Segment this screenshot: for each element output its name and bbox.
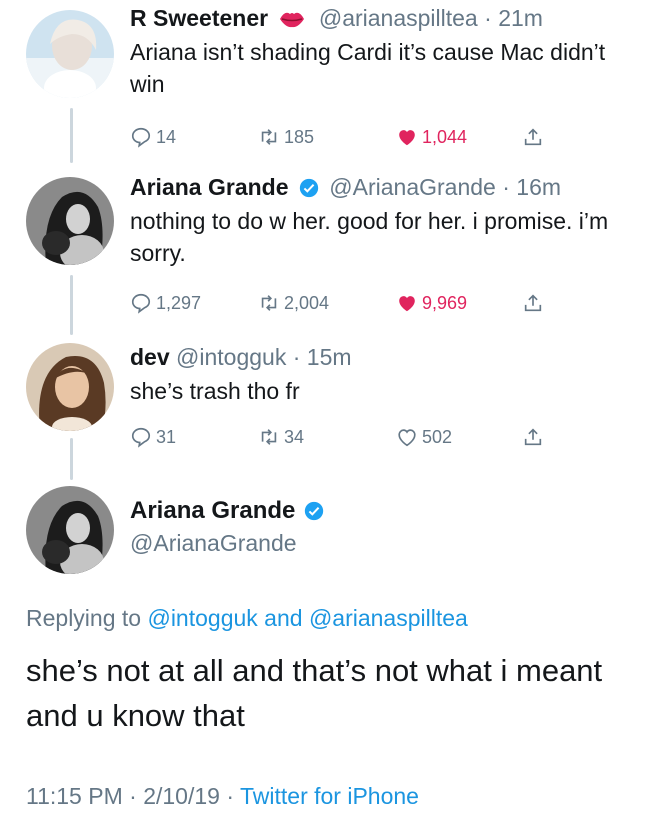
thread-line [70, 108, 73, 163]
like-count: 9,969 [422, 292, 468, 313]
tweet-actions: 14 185 1,044 [130, 122, 560, 152]
retweet-button[interactable]: 2,004 [258, 288, 329, 318]
display-name[interactable]: dev [130, 344, 170, 370]
retweet-count: 34 [284, 426, 305, 447]
heart-icon [399, 130, 415, 146]
tweet-actions: 31 34 502 [130, 422, 560, 452]
avatar[interactable] [26, 486, 114, 574]
share-button[interactable] [522, 422, 548, 452]
share-button[interactable] [522, 288, 548, 318]
tweet-actions: 1,297 2,004 9,969 [130, 288, 560, 318]
thread-line [70, 438, 73, 480]
thread-line [70, 275, 73, 335]
mention-link[interactable]: @arianaspilltea [309, 605, 468, 631]
retweet-icon [261, 295, 277, 311]
share-button[interactable] [522, 122, 548, 152]
separator: · [129, 783, 137, 809]
retweet-count: 2,004 [284, 292, 330, 313]
retweet-count: 185 [284, 126, 315, 147]
separator: · [484, 5, 492, 31]
like-count: 502 [422, 426, 453, 447]
user-handle[interactable]: @ArianaGrande [130, 528, 328, 558]
mention-link[interactable]: @intogguk [147, 605, 257, 631]
tweet[interactable]: dev @intogguk · 15m she’s trash tho fr [130, 341, 640, 407]
share-icon [524, 128, 542, 146]
retweet-icon [261, 129, 277, 145]
user-handle[interactable]: @arianaspilltea [319, 5, 478, 31]
replying-and: and [264, 605, 303, 631]
like-button[interactable]: 1,044 [396, 122, 467, 152]
tweet-date[interactable]: 2/10/19 [143, 783, 220, 809]
separator: · [502, 174, 510, 200]
retweet-button[interactable]: 185 [258, 122, 314, 152]
verified-badge-icon [304, 501, 324, 521]
reply-count: 1,297 [156, 292, 202, 313]
replying-to: Replying to @intogguk and @arianaspillte… [26, 605, 468, 632]
tweet-meta: 11:15 PM · 2/10/19 · Twitter for iPhone [26, 783, 419, 810]
tweet-text: nothing to do w her. good for her. i pro… [130, 208, 609, 266]
like-button[interactable]: 9,969 [396, 288, 467, 318]
like-count: 1,044 [422, 126, 468, 147]
replying-prefix: Replying to [26, 605, 142, 631]
user-handle[interactable]: @intogguk [176, 344, 286, 370]
reply-count: 31 [156, 426, 177, 447]
avatar[interactable] [26, 343, 114, 431]
main-tweet-text: she’s not at all and that’s not what i m… [26, 653, 603, 733]
share-icon [524, 428, 542, 446]
avatar[interactable] [26, 177, 114, 265]
tweet-time[interactable]: 11:15 PM [26, 783, 123, 809]
display-name[interactable]: Ariana Grande [130, 174, 289, 200]
like-button[interactable]: 502 [396, 422, 452, 452]
reply-icon [131, 427, 151, 448]
share-icon [524, 294, 542, 312]
reply-icon [131, 293, 151, 314]
heart-icon [399, 296, 415, 312]
reply-button[interactable]: 1,297 [130, 288, 201, 318]
lips-icon [278, 6, 306, 28]
display-name[interactable]: R Sweetener [130, 5, 268, 31]
timestamp[interactable]: 21m [498, 5, 543, 31]
reply-button[interactable]: 14 [130, 122, 176, 152]
tweet-header: dev @intogguk · 15m [130, 341, 640, 373]
avatar[interactable] [26, 10, 114, 98]
tweet-header: Ariana Grande @ArianaGrande · 16m [130, 171, 640, 203]
tweet-text: she’s trash tho fr [130, 378, 300, 404]
reply-count: 14 [156, 126, 177, 147]
user-handle[interactable]: @ArianaGrande [329, 174, 496, 200]
tweet[interactable]: Ariana Grande @ArianaGrande · 16m nothin… [130, 171, 640, 269]
retweet-button[interactable]: 34 [258, 422, 304, 452]
verified-badge-icon [299, 174, 319, 198]
tweet-source-link[interactable]: Twitter for iPhone [240, 783, 419, 809]
reply-button[interactable]: 31 [130, 422, 176, 452]
tweet-header: R Sweetener @arianaspilltea · 21m [130, 2, 640, 34]
timestamp[interactable]: 16m [516, 174, 561, 200]
retweet-icon [261, 429, 277, 445]
separator: · [226, 783, 235, 809]
separator: · [292, 344, 301, 370]
main-tweet-header: Ariana Grande @ArianaGrande [130, 494, 328, 558]
display-name[interactable]: Ariana Grande [130, 497, 295, 524]
tweet-text: Ariana isn’t shading Cardi it’s cause Ma… [130, 39, 606, 97]
timestamp[interactable]: 15m [307, 344, 352, 370]
heart-icon [398, 429, 416, 447]
reply-icon [131, 127, 151, 148]
tweet[interactable]: R Sweetener @arianaspilltea · 21m Ariana… [130, 2, 640, 100]
